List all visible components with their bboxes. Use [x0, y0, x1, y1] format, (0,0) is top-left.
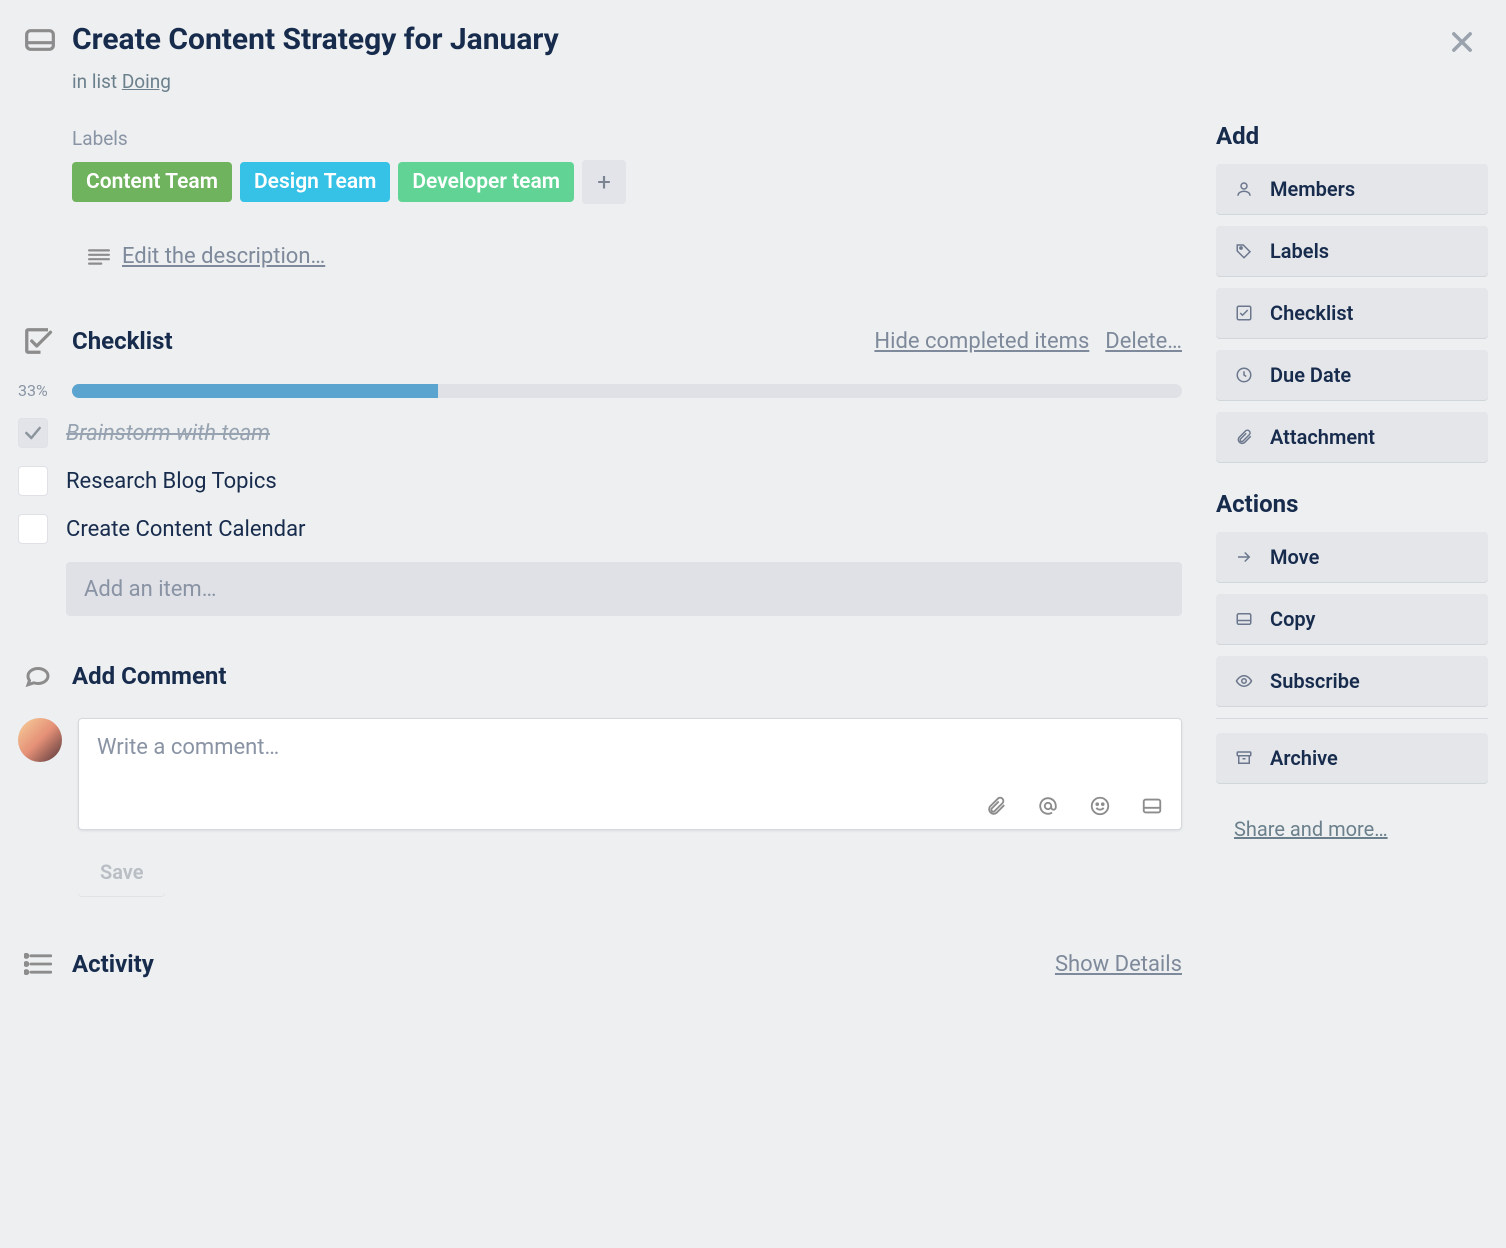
checklist-checkbox[interactable] [18, 418, 48, 448]
sidebar-attachment-button[interactable]: Attachment [1216, 412, 1488, 462]
comment-save-button[interactable]: Save [78, 848, 165, 896]
attachment-icon[interactable] [985, 795, 1007, 817]
progress-percent: 33% [18, 381, 60, 400]
sidebar-move-button[interactable]: Move [1216, 532, 1488, 582]
sidebar-labels-button[interactable]: Labels [1216, 226, 1488, 276]
hide-completed-link[interactable]: Hide completed items [874, 329, 1089, 354]
label-pill[interactable]: Content Team [72, 162, 232, 202]
checklist-item-text[interactable]: Brainstorm with team [66, 421, 270, 446]
archive-icon [1230, 749, 1258, 767]
mention-icon[interactable] [1037, 795, 1059, 817]
card-ref-icon[interactable] [1141, 795, 1163, 817]
card-icon [18, 18, 62, 62]
label-pill[interactable]: Developer team [398, 162, 574, 202]
sidebar-copy-button[interactable]: Copy [1216, 594, 1488, 644]
sidebar-archive-button[interactable]: Archive [1216, 733, 1488, 783]
list-link[interactable]: Doing [122, 70, 171, 93]
subscribe-icon [1230, 672, 1258, 690]
description-icon [88, 248, 110, 266]
label-pill[interactable]: Design Team [240, 162, 390, 202]
emoji-icon[interactable] [1089, 795, 1111, 817]
clock-icon [1230, 366, 1258, 384]
sidebar-subscribe-button[interactable]: Subscribe [1216, 656, 1488, 706]
checklist-item-text[interactable]: Create Content Calendar [66, 517, 306, 542]
in-list-row: in list Doing [72, 70, 1182, 93]
edit-description[interactable]: Edit the description… [88, 244, 1182, 269]
sidebar-add-heading: Add [1216, 122, 1488, 150]
add-checklist-item-input[interactable]: Add an item… [66, 562, 1182, 616]
checklist-item-text[interactable]: Research Blog Topics [66, 469, 277, 494]
sidebar-members-button[interactable]: Members [1216, 164, 1488, 214]
checklist-icon [1230, 304, 1258, 322]
members-icon [1230, 180, 1258, 198]
checklist-heading: Checklist [72, 327, 858, 355]
activity-icon [18, 944, 58, 984]
sidebar-checklist-button[interactable]: Checklist [1216, 288, 1488, 338]
avatar[interactable] [18, 718, 62, 762]
show-details-link[interactable]: Show Details [1055, 952, 1182, 977]
comment-input[interactable]: Write a comment… [78, 718, 1182, 830]
comment-icon [18, 656, 58, 696]
move-icon [1230, 548, 1258, 566]
add-comment-heading: Add Comment [72, 662, 1182, 690]
copy-icon [1230, 610, 1258, 628]
sidebar-due-date-button[interactable]: Due Date [1216, 350, 1488, 400]
close-icon[interactable] [1448, 28, 1476, 56]
labels-icon [1230, 242, 1258, 260]
checklist-checkbox[interactable] [18, 514, 48, 544]
checklist-icon [18, 321, 58, 361]
checklist-checkbox[interactable] [18, 466, 48, 496]
attachment-icon [1230, 428, 1258, 446]
share-and-more-link[interactable]: Share and more… [1234, 817, 1388, 841]
delete-checklist-link[interactable]: Delete… [1105, 329, 1182, 354]
labels-heading: Labels [72, 127, 1182, 150]
card-title[interactable]: Create Content Strategy for January [72, 18, 559, 58]
add-label-button[interactable]: + [582, 160, 626, 204]
progress-bar [72, 384, 1182, 398]
sidebar-actions-heading: Actions [1216, 490, 1488, 518]
activity-heading: Activity [72, 950, 1039, 978]
